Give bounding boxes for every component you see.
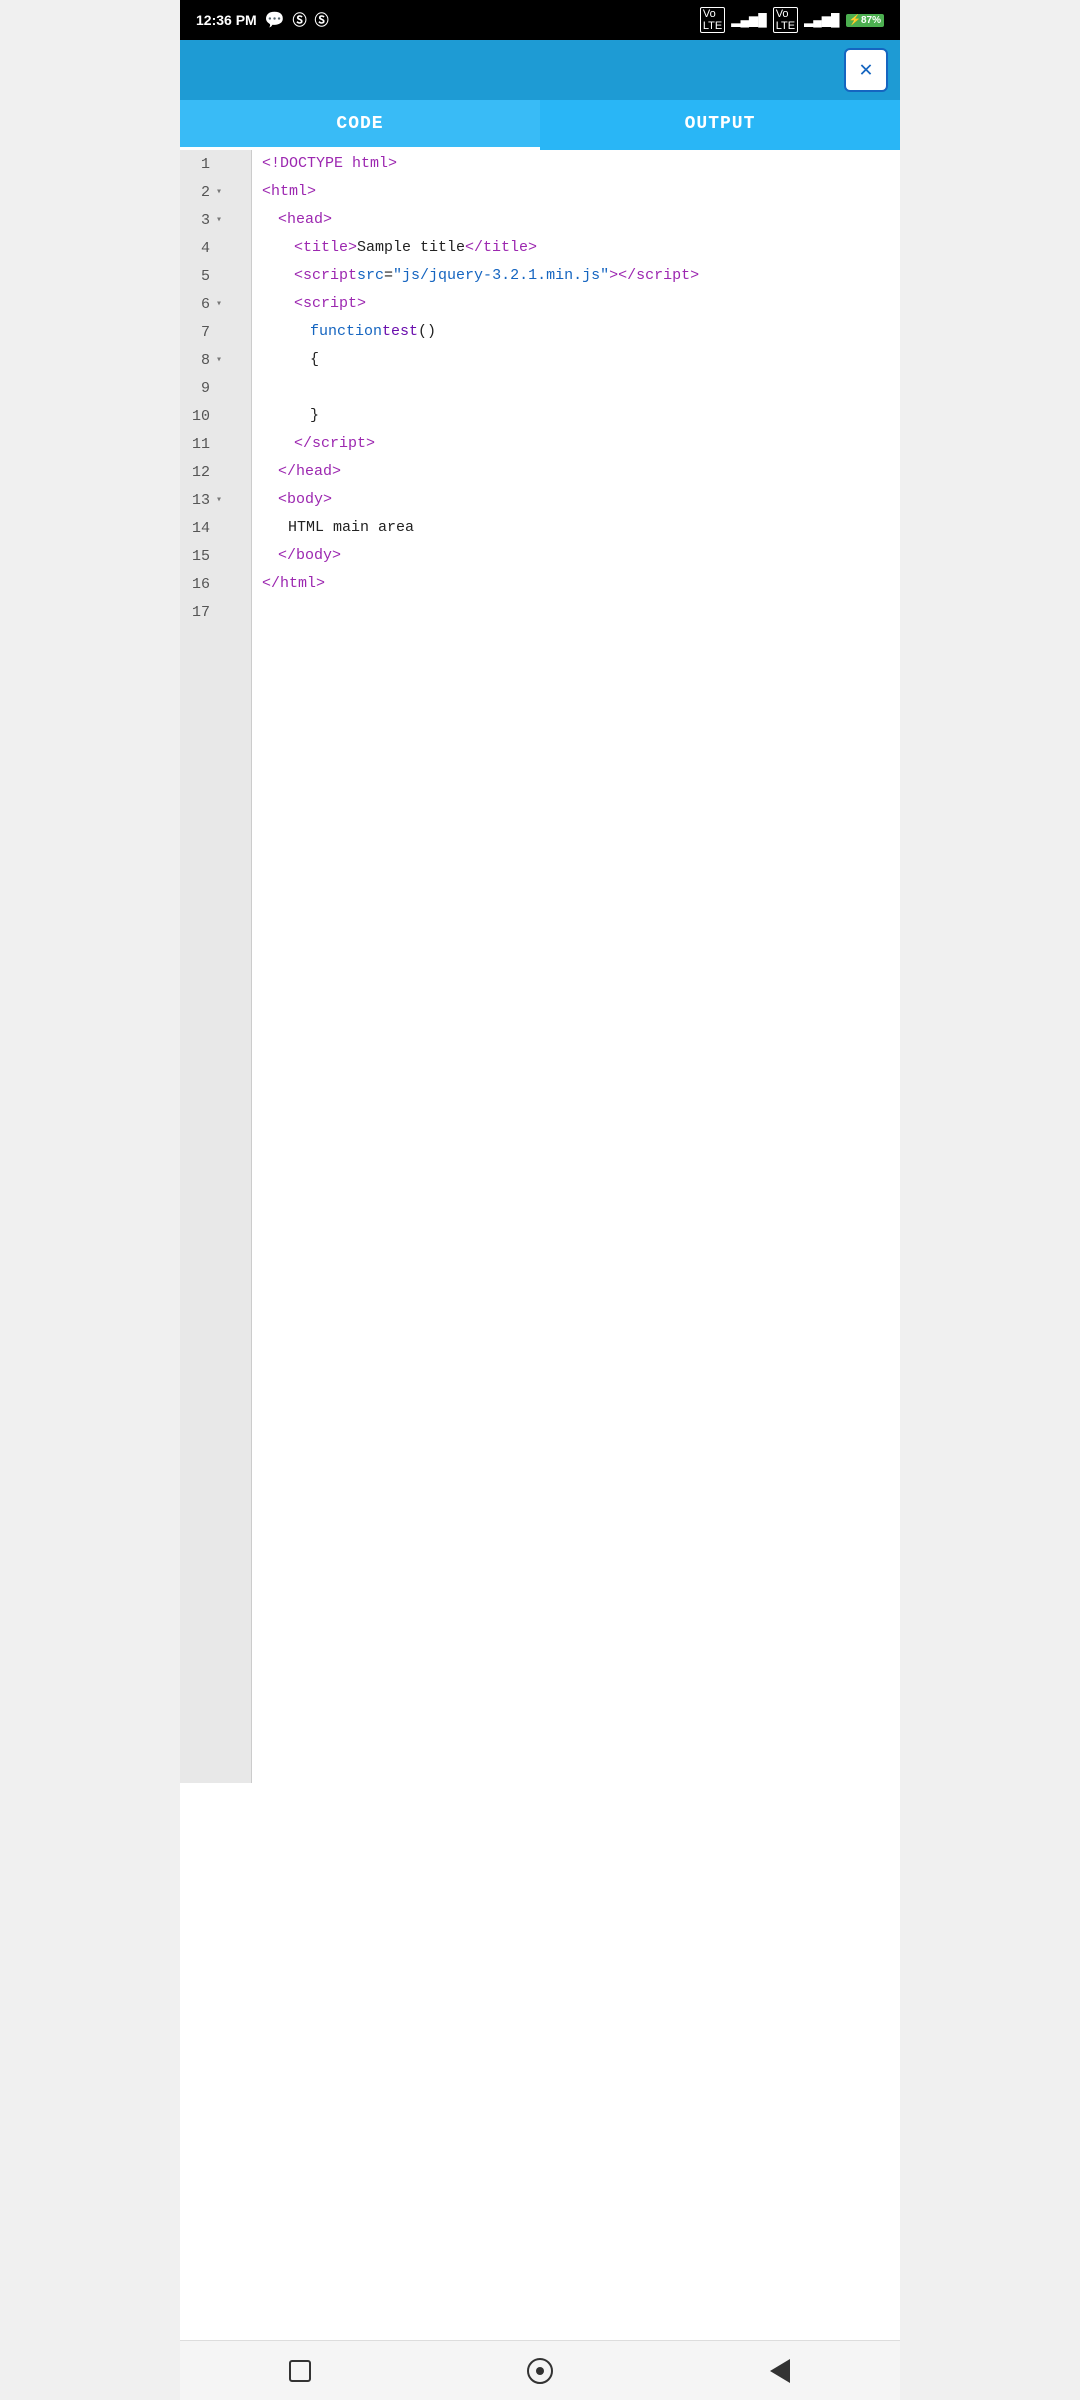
whatsapp-icon: 💬: [265, 10, 285, 30]
code-line-8: {: [252, 346, 900, 374]
code-line-3: <head>: [252, 206, 900, 234]
line-1: 1: [180, 150, 251, 178]
tab-output-label: OUTPUT: [685, 114, 756, 134]
line-13: 13▾: [180, 486, 251, 514]
editor-empty-space: [252, 626, 900, 1226]
code-line-10: }: [252, 402, 900, 430]
line-6: 6▾: [180, 290, 251, 318]
code-line-11: </script>: [252, 430, 900, 458]
circle-icon: [527, 2358, 553, 2384]
code-line-6: <script>: [252, 290, 900, 318]
line-11: 11: [180, 430, 251, 458]
code-line-16: </html>: [252, 570, 900, 598]
status-bar: 12:36 PM 💬 Ⓢ Ⓢ VoLTE ▂▄▆█ VoLTE ▂▄▆█ ⚡ 8…: [180, 0, 900, 40]
sim-icon-1: Ⓢ: [293, 10, 307, 30]
top-bar: ✕: [180, 40, 900, 100]
code-line-2: <html>: [252, 178, 900, 206]
tab-output[interactable]: OUTPUT: [540, 100, 900, 150]
code-line-4: <title>Sample title</title>: [252, 234, 900, 262]
tab-code[interactable]: CODE: [180, 100, 540, 150]
code-line-12: </head>: [252, 458, 900, 486]
battery-level: 87%: [861, 15, 881, 26]
code-line-5: <script src="js/jquery-3.2.1.min.js"></s…: [252, 262, 900, 290]
stop-button[interactable]: [278, 2349, 322, 2393]
tab-bar: CODE OUTPUT: [180, 100, 900, 150]
line-4: 4: [180, 234, 251, 262]
line-15: 15: [180, 542, 251, 570]
code-editor[interactable]: 1 2▾ 3▾ 4 5 6▾ 7 8▾ 9 10 11 12 13▾ 14 15…: [180, 150, 900, 1783]
line-2: 2▾: [180, 178, 251, 206]
line-14: 14: [180, 514, 251, 542]
code-line-1: <!DOCTYPE html>: [252, 150, 900, 178]
line-17: 17: [180, 598, 251, 626]
line-8: 8▾: [180, 346, 251, 374]
code-line-14: HTML main area: [252, 514, 900, 542]
back-button[interactable]: [758, 2349, 802, 2393]
line-9: 9: [180, 374, 251, 402]
line-5: 5: [180, 262, 251, 290]
close-button[interactable]: ✕: [844, 48, 888, 92]
line-12: 12: [180, 458, 251, 486]
home-button[interactable]: [518, 2349, 562, 2393]
tab-code-label: CODE: [336, 114, 383, 134]
code-line-9: [252, 374, 900, 402]
line-3: 3▾: [180, 206, 251, 234]
sim-icon-2: Ⓢ: [315, 10, 329, 30]
status-icons: VoLTE ▂▄▆█ VoLTE ▂▄▆█ ⚡ 87%: [700, 7, 884, 33]
signal-bars-1: ▂▄▆█: [731, 13, 766, 27]
time-display: 12:36 PM: [196, 12, 257, 28]
line-numbers-gutter: 1 2▾ 3▾ 4 5 6▾ 7 8▾ 9 10 11 12 13▾ 14 15…: [180, 150, 252, 1783]
line-7: 7: [180, 318, 251, 346]
below-editor-area: [180, 1783, 900, 2340]
line-16: 16: [180, 570, 251, 598]
code-line-7: function test(): [252, 318, 900, 346]
status-time: 12:36 PM 💬 Ⓢ Ⓢ: [196, 10, 329, 30]
code-line-15: </body>: [252, 542, 900, 570]
back-icon: [770, 2359, 790, 2383]
code-line-17: [252, 598, 900, 626]
signal-bars-2: ▂▄▆█: [804, 13, 839, 27]
square-icon: [289, 2360, 311, 2382]
battery-icon: ⚡ 87%: [846, 14, 884, 27]
bottom-nav: [180, 2340, 900, 2400]
code-area[interactable]: <!DOCTYPE html> <html> <head> <title>Sam…: [252, 150, 900, 1783]
lte-icon-2: VoLTE: [773, 7, 798, 33]
line-10: 10: [180, 402, 251, 430]
code-line-13: <body>: [252, 486, 900, 514]
lte-icon-1: VoLTE: [700, 7, 725, 33]
